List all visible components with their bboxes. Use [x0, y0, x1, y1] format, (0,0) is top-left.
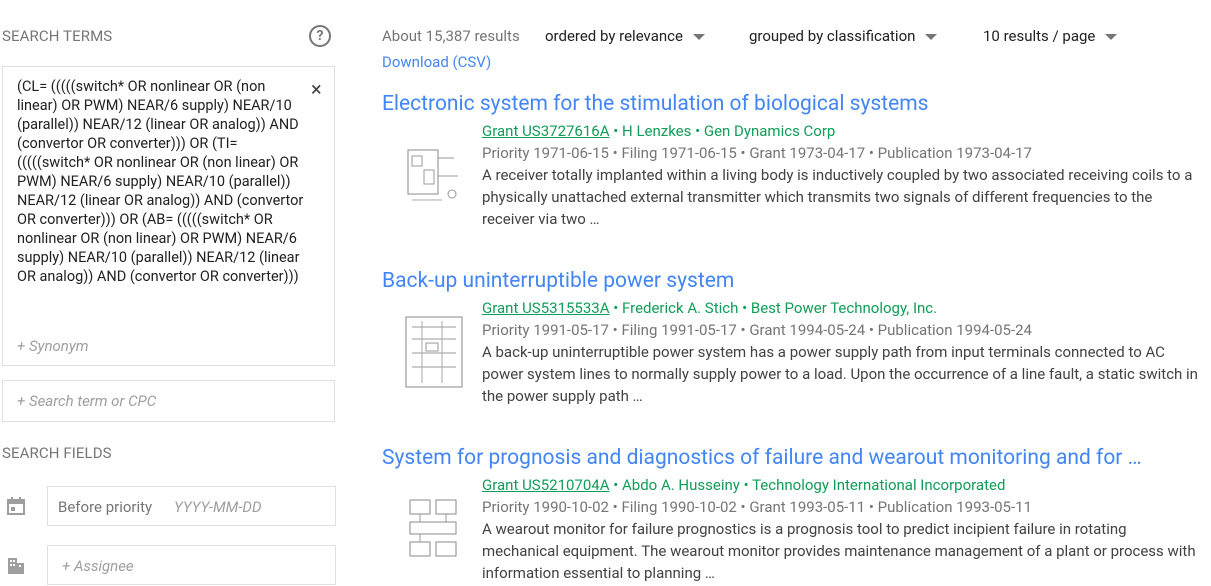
order-dropdown[interactable]: ordered by relevance — [545, 27, 705, 45]
patent-id-link[interactable]: Grant US5210704A — [482, 476, 610, 494]
result-abstract: A receiver totally implanted within a li… — [482, 166, 1193, 228]
result-item: System for prognosis and diagnostics of … — [382, 446, 1202, 582]
inventor-assignee: • Frederick A. Stich • Best Power Techno… — [609, 299, 938, 317]
patent-id-link[interactable]: Grant US3727616A — [482, 122, 610, 140]
result-title[interactable]: Back-up uninterruptible power system — [382, 269, 1202, 293]
date-placeholder: YYYY-MM-DD — [174, 498, 262, 516]
result-title[interactable]: Electronic system for the stimulation of… — [382, 92, 1202, 116]
result-title[interactable]: System for prognosis and diagnostics of … — [382, 446, 1202, 470]
patent-drawing-thumbnail[interactable] — [402, 490, 466, 568]
per-page-dropdown[interactable]: 10 results / page — [983, 27, 1118, 45]
order-label: ordered by relevance — [545, 27, 683, 45]
search-term-input[interactable]: + Search term or CPC — [2, 380, 335, 422]
search-terms-label: SEARCH TERMS — [2, 27, 113, 45]
query-text[interactable]: (CL= (((((switch* OR nonlinear OR (non l… — [17, 77, 309, 286]
result-body: Grant US3727616A • H Lenzkes • Gen Dynam… — [482, 120, 1200, 230]
inventor-assignee: • H Lenzkes • Gen Dynamics Corp — [609, 122, 836, 140]
calendar-icon — [7, 497, 25, 515]
chevron-down-icon — [925, 34, 938, 41]
search-panel: SEARCH TERMS ? (CL= (((((switch* OR nonl… — [0, 0, 345, 586]
synonym-input[interactable]: + Synonym — [17, 337, 88, 355]
result-dates: Priority 1990-10-02 • Filing 1990-10-02 … — [482, 498, 1032, 516]
inventor-assignee: • Abdo A. Husseiny • Technology Internat… — [609, 476, 1006, 494]
result-item: Back-up uninterruptible power system Gra… — [382, 269, 1202, 405]
search-term-placeholder: + Search term or CPC — [17, 392, 157, 410]
patent-drawing-thumbnail[interactable] — [402, 313, 466, 391]
result-body: Grant US5315533A • Frederick A. Stich • … — [482, 297, 1200, 407]
result-abstract: A back-up uninterruptible power system h… — [482, 343, 1198, 405]
before-priority-label: Before priority — [58, 498, 153, 516]
patent-drawing-thumbnail[interactable] — [402, 136, 466, 214]
close-icon[interactable]: × — [311, 77, 322, 101]
group-dropdown[interactable]: grouped by classification — [749, 27, 938, 45]
assignee-field[interactable]: + Assignee — [47, 545, 336, 585]
result-count: About 15,387 results — [382, 27, 520, 45]
result-item: Electronic system for the stimulation of… — [382, 92, 1202, 228]
chevron-down-icon — [692, 34, 705, 41]
result-abstract: A wearout monitor for failure prognostic… — [482, 520, 1196, 582]
result-body: Grant US5210704A • Abdo A. Husseiny • Te… — [482, 474, 1200, 584]
chevron-down-icon — [1105, 34, 1118, 41]
assignee-placeholder: + Assignee — [62, 557, 134, 575]
result-dates: Priority 1971-06-15 • Filing 1971-06-15 … — [482, 144, 1032, 162]
patent-id-link[interactable]: Grant US5315533A — [482, 299, 610, 317]
result-dates: Priority 1991-05-17 • Filing 1991-05-17 … — [482, 321, 1032, 339]
group-label: grouped by classification — [749, 27, 916, 45]
before-priority-field[interactable]: Before priority YYYY-MM-DD — [47, 486, 336, 526]
help-icon[interactable]: ? — [309, 25, 331, 47]
search-fields-label: SEARCH FIELDS — [2, 444, 112, 462]
per-page-label: 10 results / page — [983, 27, 1096, 45]
query-term-box[interactable]: (CL= (((((switch* OR nonlinear OR (non l… — [2, 66, 335, 366]
building-icon — [8, 558, 24, 574]
download-csv-link[interactable]: Download (CSV) — [382, 53, 491, 71]
